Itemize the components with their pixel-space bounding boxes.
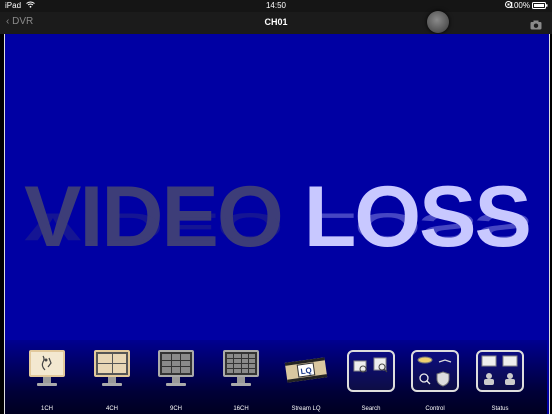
page-title: CH01 — [264, 17, 288, 27]
control-icon — [411, 350, 459, 392]
control-button[interactable]: Control — [407, 348, 463, 412]
stream-lq-label: Stream LQ — [291, 406, 321, 412]
9ch-label: 9CH — [169, 406, 182, 412]
9ch-button[interactable]: 9CH — [148, 348, 204, 412]
nine-channel-icon — [158, 350, 194, 377]
16ch-label: 16CH — [233, 406, 249, 412]
four-channel-icon — [94, 350, 130, 377]
video-loss-reflection: VIDEO LOSS — [24, 205, 530, 249]
assistive-touch-button[interactable] — [427, 11, 449, 33]
1ch-label: 1CH — [40, 406, 53, 412]
status-label: Status — [491, 406, 509, 412]
search-label: Search — [361, 406, 381, 412]
battery-icon — [532, 2, 548, 11]
sixteen-channel-icon — [223, 350, 259, 377]
clock: 14:50 — [265, 1, 287, 10]
16ch-button[interactable]: 16CH — [213, 348, 269, 412]
battery-percent: 100% — [509, 1, 530, 10]
svg-text:LQ: LQ — [300, 366, 312, 376]
camera-icon[interactable] — [530, 17, 542, 30]
search-icon — [347, 350, 395, 392]
status-button[interactable]: Status — [472, 348, 528, 412]
status-icon — [476, 350, 524, 392]
1ch-button[interactable]: 1CH — [19, 348, 75, 412]
navigation-bar: ‹ DVR CH01 — [0, 12, 552, 34]
stream-lq-button[interactable]: LQ Stream LQ — [278, 348, 334, 412]
single-channel-icon — [29, 350, 65, 377]
status-bar: iPad 14:50 100% — [0, 0, 552, 12]
bottom-toolbar: 1CH 4CH 9CH 16CH LQ Stream LQ Search Con… — [5, 340, 547, 414]
4ch-button[interactable]: 4CH — [84, 348, 140, 412]
search-button[interactable]: Search — [343, 348, 399, 412]
control-label: Control — [425, 406, 445, 412]
stream-lq-icon: LQ — [284, 354, 328, 391]
4ch-label: 4CH — [105, 406, 118, 412]
